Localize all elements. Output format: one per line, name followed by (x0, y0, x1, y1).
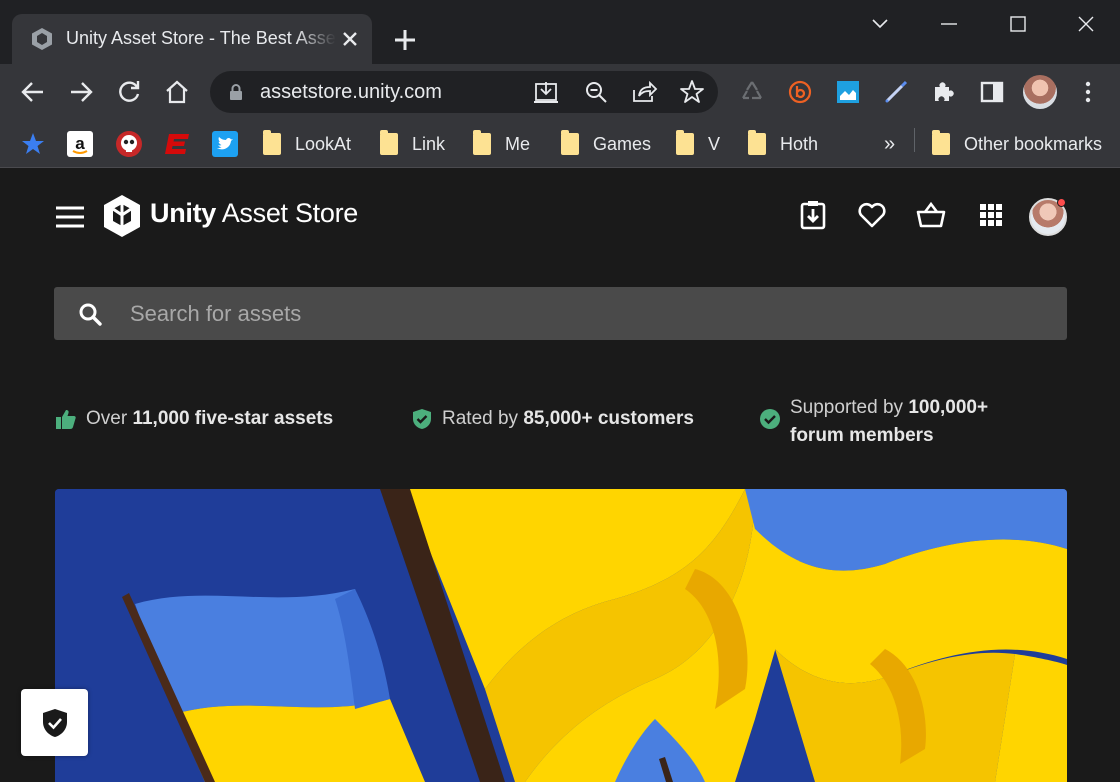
close-tab-icon[interactable] (338, 27, 362, 51)
check-circle-icon (760, 409, 780, 429)
bookmark-folder-me[interactable]: Me (473, 128, 530, 160)
minimize-icon[interactable] (935, 10, 963, 38)
hamburger-menu-icon[interactable] (55, 206, 85, 228)
unity-logo-icon[interactable] (102, 194, 142, 238)
install-app-icon[interactable] (532, 78, 560, 106)
folder-icon (380, 130, 398, 155)
feature-bold: 100,000+ (908, 397, 989, 418)
notification-dot (1057, 198, 1066, 207)
feature-rated-customers: Rated by 85,000+ customers (442, 408, 694, 430)
search-bar[interactable] (54, 287, 1067, 340)
tab-search-chevron-icon[interactable] (866, 10, 894, 38)
folder-icon (561, 130, 579, 155)
search-icon[interactable] (78, 302, 102, 326)
new-tab-icon[interactable] (392, 27, 418, 53)
browser-toolbar: assetstore.unity.com (0, 64, 1120, 120)
maximize-icon[interactable] (1004, 10, 1032, 38)
bookmark-label: V (708, 133, 721, 154)
folder-icon (263, 130, 281, 155)
overflow-chevron: » (884, 132, 896, 155)
blue-star-icon (22, 133, 44, 154)
apps-grid-icon[interactable] (976, 200, 1006, 230)
feature-bold: 85,000+ customers (523, 408, 694, 429)
hero-banner[interactable] (55, 489, 1067, 782)
other-bookmarks-folder[interactable]: Other bookmarks (932, 128, 1102, 160)
bookmark-folder-v[interactable]: V (676, 128, 720, 160)
bookmarks-overflow-button[interactable]: » (884, 128, 895, 160)
folder-icon (748, 130, 766, 155)
bookmarks-separator (914, 128, 915, 152)
feature-five-star-assets: Over 11,000 five-star assets (86, 408, 333, 430)
feature-prefix: Rated by (442, 408, 524, 429)
home-icon[interactable] (163, 78, 191, 106)
search-input[interactable] (130, 287, 1030, 340)
twitter-icon (212, 131, 238, 157)
bookmark-amazon[interactable]: a (67, 128, 93, 160)
bookmark-folder-lookat[interactable]: LookAt (263, 128, 351, 160)
share-icon[interactable] (630, 78, 658, 106)
download-manager-icon[interactable] (798, 200, 828, 230)
ukraine-flags-illustration (55, 489, 1067, 782)
bookmark-espn[interactable] (163, 128, 191, 160)
bookmark-label: LookAt (295, 133, 352, 154)
recycle-extension-icon[interactable] (738, 78, 766, 106)
cart-basket-icon[interactable] (916, 200, 946, 230)
url-text[interactable]: assetstore.unity.com (260, 81, 442, 104)
bookmark-label: Games (593, 133, 652, 154)
wishlist-heart-icon[interactable] (857, 200, 887, 230)
folder-icon (473, 130, 491, 155)
menu-kebab-icon[interactable] (1074, 78, 1102, 106)
bookmark-folder-hoth[interactable]: Hoth (748, 128, 818, 160)
espn-icon (165, 134, 189, 154)
shield-check-icon (43, 709, 67, 737)
bookmark-folder-games[interactable]: Games (561, 128, 651, 160)
feature-line2: forum members (790, 425, 934, 446)
bitly-extension-icon[interactable] (786, 78, 814, 106)
bookmark-label: Hoth (780, 133, 819, 154)
bookmark-label: Other bookmarks (964, 133, 1103, 154)
bookmark-twitter[interactable] (212, 128, 238, 160)
pen-extension-icon[interactable] (882, 78, 910, 106)
tab-title: Unity Asset Store - The Best Assets for … (66, 28, 336, 48)
reload-icon[interactable] (115, 78, 143, 106)
feature-prefix: Over (86, 408, 133, 429)
bookmarks-bar: a LookAt Link Me Games V Hoth » Other bo… (0, 120, 1120, 168)
shield-check-icon (413, 409, 431, 429)
address-bar[interactable]: assetstore.unity.com (210, 71, 718, 113)
asset-store-page: Unity Asset Store Over 11,000 five-star … (0, 168, 1120, 782)
svg-text:a: a (75, 134, 85, 153)
feature-prefix: Supported by (790, 397, 909, 418)
feature-forum-members: Supported by 100,000+ forum members (790, 394, 988, 450)
lock-icon[interactable] (228, 83, 244, 101)
unity-favicon-icon (32, 28, 52, 50)
logo-rest-text: Asset Store (216, 198, 359, 228)
bookmark-star[interactable] (20, 128, 46, 160)
extensions-puzzle-icon[interactable] (930, 78, 958, 106)
back-arrow-icon[interactable] (19, 78, 47, 106)
folder-icon (932, 130, 950, 155)
feature-bold: 11,000 five-star assets (132, 408, 334, 429)
profile-avatar[interactable] (1023, 75, 1057, 109)
browser-tab[interactable]: Unity Asset Store - The Best Assets for … (12, 14, 372, 64)
privacy-settings-button[interactable] (21, 689, 88, 756)
close-window-icon[interactable] (1072, 10, 1100, 38)
folder-icon (676, 130, 694, 155)
bookmark-folder-link[interactable]: Link (380, 128, 445, 160)
forward-arrow-icon[interactable] (67, 78, 95, 106)
side-panel-icon[interactable] (978, 78, 1006, 106)
skull-icon (116, 131, 142, 157)
amazon-icon: a (67, 131, 93, 157)
site-logo-text[interactable]: Unity Asset Store (150, 198, 358, 229)
bookmark-skull[interactable] (115, 128, 143, 160)
screenshot-extension-icon[interactable] (834, 78, 862, 106)
bookmark-label: Link (412, 133, 446, 154)
bookmark-star-icon[interactable] (678, 78, 706, 106)
thumbs-up-icon (56, 410, 76, 429)
logo-bold-text: Unity (150, 198, 217, 228)
zoom-out-icon[interactable] (582, 78, 610, 106)
tab-strip: Unity Asset Store - The Best Assets for … (0, 0, 1120, 64)
bookmark-label: Me (505, 133, 531, 154)
